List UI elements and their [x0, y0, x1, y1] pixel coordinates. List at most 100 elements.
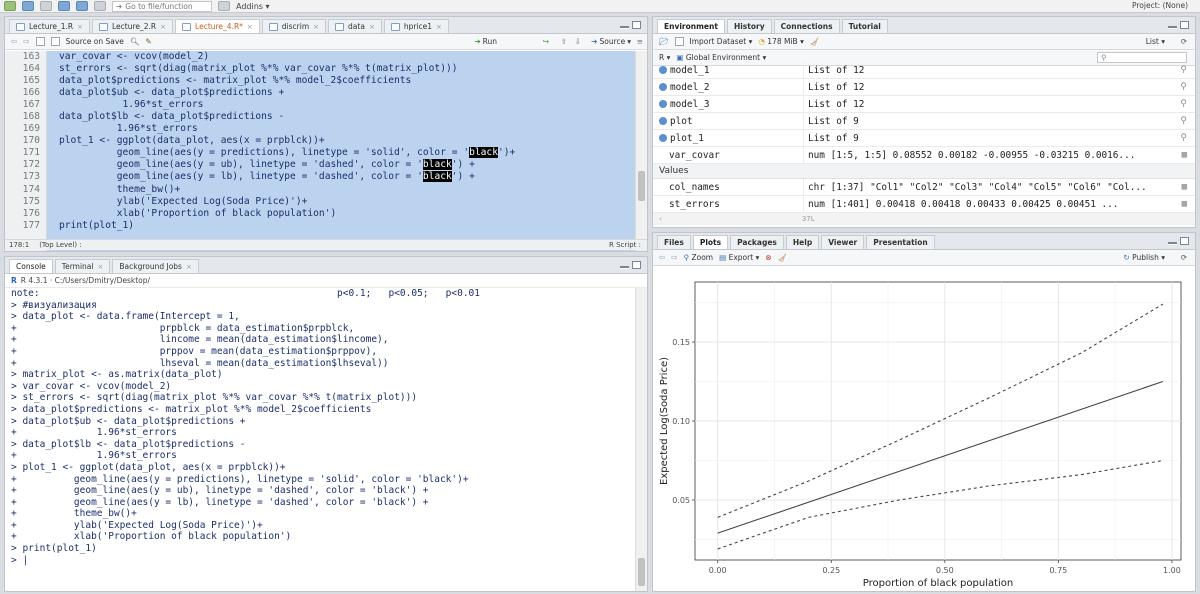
code-content[interactable]: var_covar <- vcov(model_2) st_errors <- s… — [59, 51, 633, 232]
memory-usage[interactable]: ◔ 178 MiB ▾ — [758, 37, 804, 46]
search-icon[interactable]: 🔍︎ — [130, 37, 140, 46]
code-line[interactable]: plot_1 <- ggplot(data_plot, aes(x = prpb… — [59, 135, 633, 147]
source-button[interactable]: ➔ Source ▾ — [591, 37, 631, 46]
tab-plots[interactable]: Plots — [692, 235, 729, 249]
refresh-icon[interactable]: ⟳ — [1181, 37, 1187, 46]
editor-scrollbar[interactable] — [635, 51, 647, 251]
save-workspace-icon[interactable] — [674, 37, 684, 46]
view-icon[interactable]: ⚲ — [1180, 99, 1187, 109]
scope-selector[interactable]: ▣ Global Environment ▾ — [676, 53, 766, 62]
up-icon[interactable]: ⇧ — [561, 37, 567, 46]
rerun-icon[interactable]: ↪ — [543, 37, 549, 46]
tab-data[interactable]: data × — [328, 19, 382, 33]
code-line[interactable]: ylab('Expected Log(Soda Price)')+ — [59, 196, 633, 208]
maximize-icon[interactable] — [1180, 237, 1189, 245]
view-icon[interactable]: ⚲ — [1180, 133, 1187, 143]
file-type-indicator[interactable]: R Script : — [609, 241, 641, 249]
code-line[interactable]: geom_line(aes(y = lb), linetype = 'dashe… — [59, 171, 633, 183]
code-line[interactable]: data_plot$lb <- data_plot$predictions - — [59, 111, 633, 123]
scope-indicator[interactable]: (Top Level) : — [39, 241, 82, 249]
tab-viewer[interactable]: Viewer — [821, 235, 865, 249]
refresh-icon[interactable]: ⟳ — [1181, 253, 1187, 262]
language-selector[interactable]: R ▾ — [659, 53, 670, 62]
grid-icon[interactable]: ▦ — [1182, 182, 1187, 192]
print-icon[interactable] — [94, 1, 106, 11]
publish-button[interactable]: ↻ Publish ▾ — [1123, 253, 1165, 262]
save-icon[interactable] — [35, 37, 45, 46]
console-output[interactable]: note: p<0.1; p<0.05; p<0.01 > #визуализац… — [5, 288, 633, 591]
tab-lecture-2[interactable]: Lecture_2.R × — [92, 19, 174, 33]
addins-menu[interactable]: Addins ▾ — [236, 2, 270, 11]
code-line[interactable]: geom_line(aes(y = ub), linetype = 'dashe… — [59, 159, 633, 171]
tab-history[interactable]: History — [726, 19, 772, 33]
run-button[interactable]: ➔ Run — [474, 37, 497, 46]
expand-icon[interactable] — [659, 134, 667, 142]
view-icon[interactable]: ⚲ — [1180, 116, 1187, 126]
close-icon[interactable]: × — [186, 263, 192, 271]
tab-help[interactable]: Help — [785, 235, 820, 249]
tab-terminal[interactable]: Terminal × — [54, 259, 111, 273]
expand-icon[interactable] — [659, 100, 667, 108]
close-icon[interactable]: × — [436, 23, 442, 31]
tab-tutorial[interactable]: Tutorial — [841, 19, 888, 33]
tab-connections[interactable]: Connections — [773, 19, 840, 33]
wand-icon[interactable]: ✎ — [145, 37, 151, 46]
code-editor[interactable]: 163 164 165 166 167 168 169 170 171 172 173 174 175 1… — [5, 51, 647, 251]
scroll-thumb[interactable] — [638, 558, 645, 586]
new-project-icon[interactable] — [22, 1, 34, 11]
save-all-icon[interactable] — [76, 1, 88, 11]
save-icon[interactable] — [58, 1, 70, 11]
down-icon[interactable]: ⇩ — [575, 37, 581, 46]
grid-icon[interactable] — [218, 1, 230, 11]
tab-presentation[interactable]: Presentation — [866, 235, 935, 249]
code-line[interactable]: theme_bw()+ — [59, 184, 633, 196]
view-icon[interactable]: ⚲ — [1180, 65, 1187, 75]
broom-icon[interactable]: 🧹︎ — [810, 37, 820, 46]
project-menu[interactable]: Project: (None) — [1132, 1, 1188, 10]
tab-console[interactable]: Console — [9, 259, 53, 273]
env-row[interactable]: var_covar num [1:5, 1:5] 0.08552 0.00182 … — [653, 147, 1195, 164]
forward-icon[interactable]: ⇨ — [23, 37, 29, 46]
view-icon[interactable]: ⚲ — [1180, 82, 1187, 92]
scroll-thumb[interactable] — [638, 171, 645, 201]
env-row[interactable]: plot List of 9 ⚲ — [653, 113, 1195, 130]
tab-discrim[interactable]: discrim × — [261, 19, 327, 33]
code-line[interactable]: var_covar <- vcov(model_2) — [59, 51, 633, 63]
zoom-button[interactable]: ⚲ Zoom — [684, 253, 714, 262]
new-file-icon[interactable] — [4, 1, 16, 11]
tab-hprice1[interactable]: hprice1 × — [383, 19, 449, 33]
code-line[interactable]: data_plot$predictions <- matrix_plot %*%… — [59, 75, 633, 87]
view-mode-button[interactable]: List ▾ — [1146, 37, 1165, 46]
env-row[interactable]: model_1 List of 12 ⚲ — [653, 62, 1195, 79]
tab-background-jobs[interactable]: Background Jobs × — [112, 259, 199, 273]
open-file-icon[interactable] — [40, 1, 52, 11]
env-row[interactable]: plot_1 List of 9 ⚲ — [653, 130, 1195, 147]
tab-lecture-1[interactable]: Lecture_1.R × — [9, 19, 91, 33]
load-workspace-icon[interactable]: 📂︎ — [659, 37, 669, 46]
expand-icon[interactable] — [659, 117, 667, 125]
tab-environment[interactable]: Environment — [657, 19, 725, 33]
env-row[interactable]: model_3 List of 12 ⚲ — [653, 96, 1195, 113]
code-line[interactable]: geom_line(aes(y = predictions), linetype… — [59, 147, 633, 159]
minimize-icon[interactable] — [620, 266, 629, 269]
close-icon[interactable]: × — [313, 23, 319, 31]
back-icon[interactable]: ⇦ — [11, 37, 17, 46]
env-hscroll[interactable]: ‹ 37L — [653, 213, 1195, 225]
minimize-icon[interactable] — [620, 26, 629, 29]
menu-icon[interactable]: ≡ — [637, 37, 643, 46]
grid-icon[interactable]: ▦ — [1182, 150, 1187, 160]
env-row[interactable]: col_names chr [1:37] "Col1" "Col2" "Col3"… — [653, 179, 1195, 196]
remove-plot-icon[interactable]: ⊗ — [765, 253, 771, 262]
env-row[interactable]: st_errors num [1:401] 0.00418 0.00418 0.0… — [653, 196, 1195, 213]
code-line[interactable]: 1.96*st_errors — [59, 123, 633, 135]
export-button[interactable]: ▤ Export ▾ — [719, 253, 759, 262]
grid-icon[interactable]: ▦ — [1182, 199, 1187, 209]
close-icon[interactable]: × — [77, 23, 83, 31]
maximize-icon[interactable] — [1180, 21, 1189, 29]
scroll-left-icon[interactable]: ‹ — [659, 215, 662, 223]
source-on-save-checkbox[interactable] — [50, 37, 60, 46]
env-row[interactable]: model_2 List of 12 ⚲ — [653, 79, 1195, 96]
close-icon[interactable]: × — [369, 23, 375, 31]
plot-canvas[interactable]: 0.00 0.25 0.50 0.75 1.00 0.05 0.10 0.15 Proporti… — [653, 268, 1195, 591]
tab-lecture-4[interactable]: Lecture_4.R* × — [175, 19, 260, 33]
